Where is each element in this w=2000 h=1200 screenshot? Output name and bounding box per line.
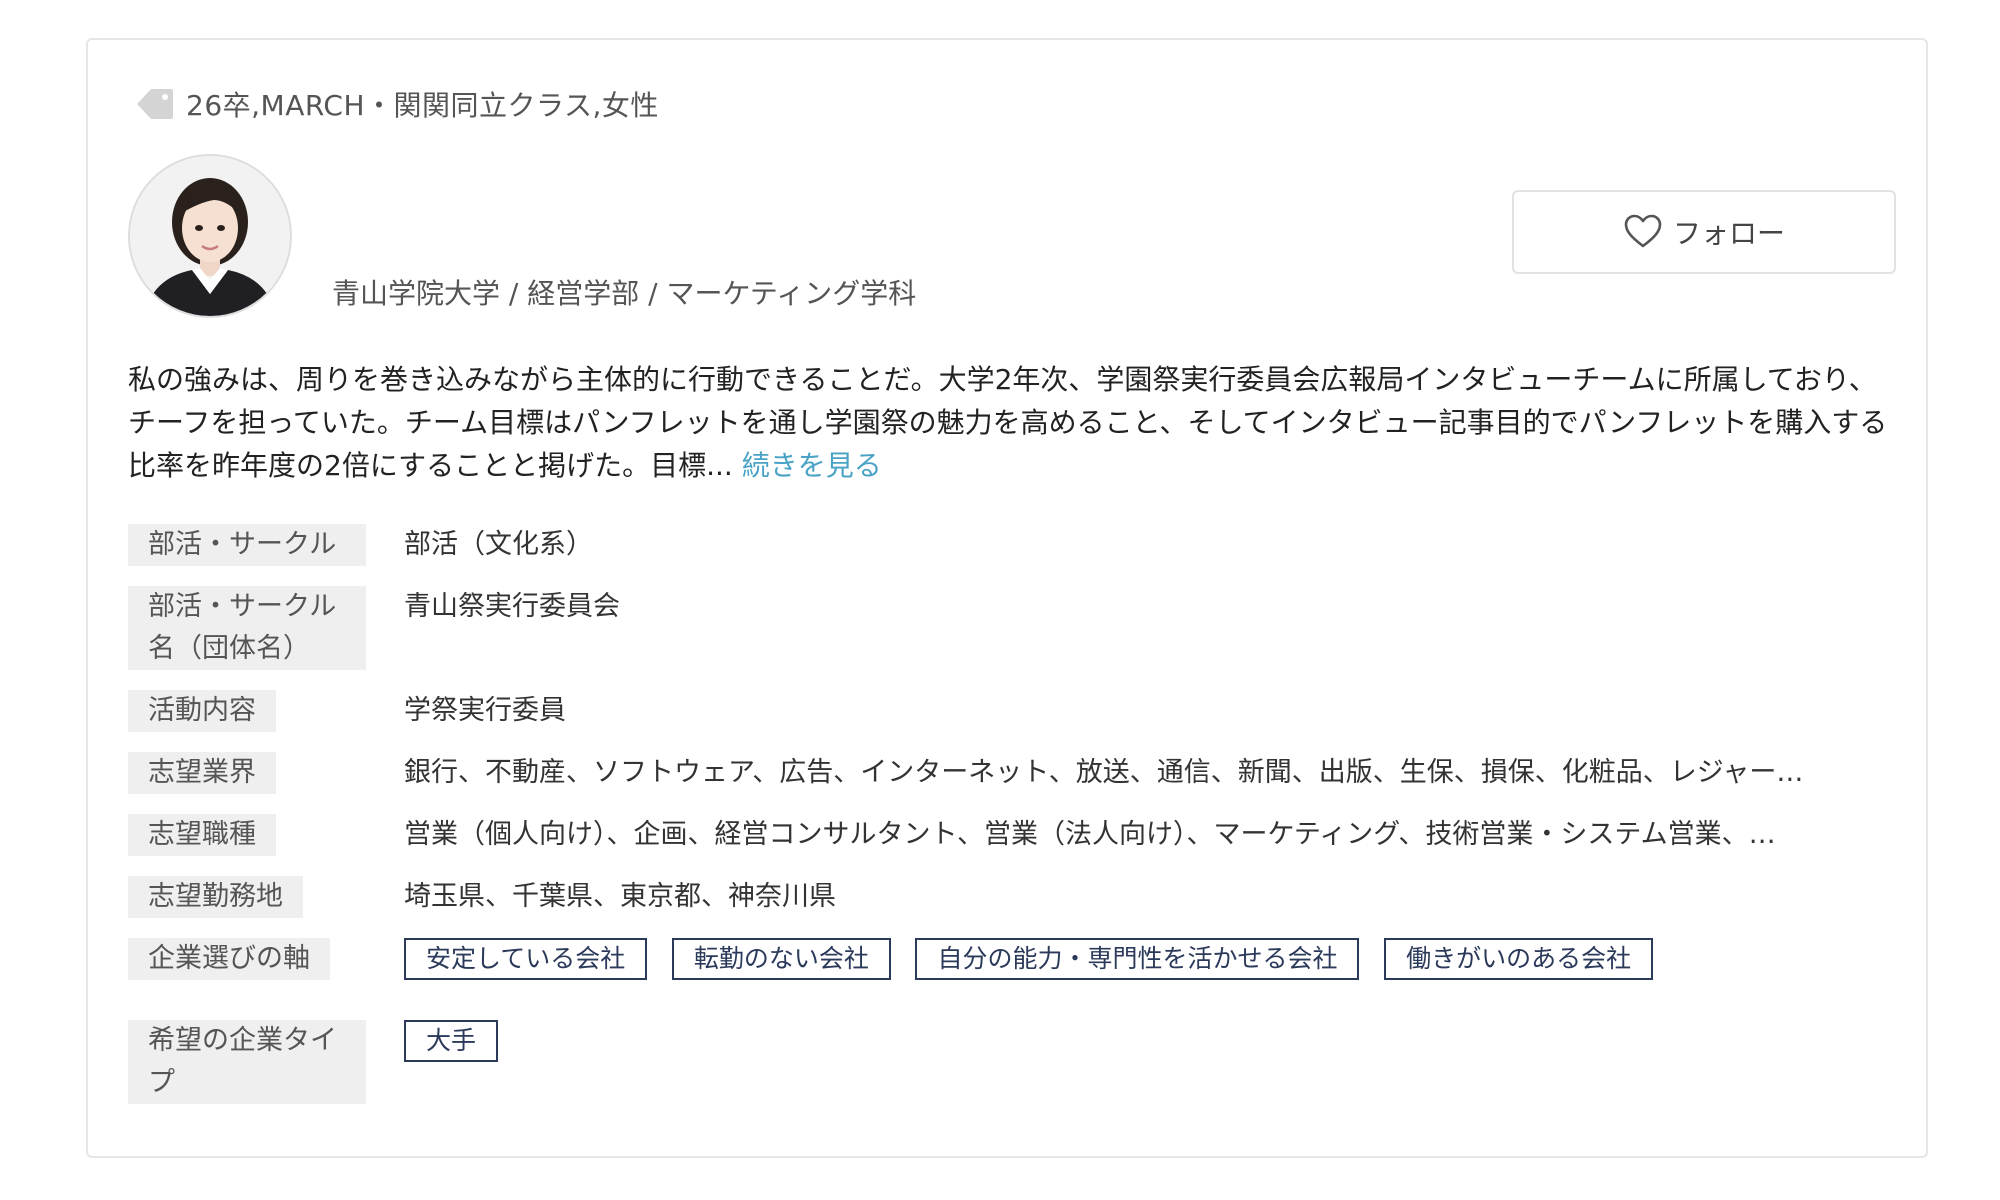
detail-label-club-name: 部活・サークル 名（団体名） (128, 586, 366, 670)
detail-value-company-type: 大手 (404, 1020, 1898, 1062)
follow-label: フォロー (1672, 217, 1785, 250)
detail-row-club-name: 部活・サークル 名（団体名） 青山祭実行委員会 (128, 586, 620, 670)
detail-row-activity: 活動内容 学祭実行委員 (128, 690, 566, 732)
profile-tags: 26卒,MARCH・関関同立クラス,女性 (134, 80, 659, 128)
profile-card: 26卒,MARCH・関関同立クラス,女性 青山学院大学 / 経営学部 / マーケ… (86, 38, 1928, 1158)
company-type-tag: 大手 (404, 1020, 499, 1062)
detail-value-activity: 学祭実行委員 (404, 695, 566, 726)
axis-tag: 安定している会社 (404, 938, 648, 980)
detail-label-location: 志望勤務地 (128, 876, 303, 918)
detail-label-company-type-line-1: 希望の企業タイ (148, 1025, 337, 1056)
heart-icon (1623, 212, 1663, 252)
detail-row-job: 志望職種 営業（個人向け）、企画、経営コンサルタント、営業（法人向け）、マーケテ… (128, 814, 1776, 856)
tags-text: 26卒,MARCH・関関同立クラス,女性 (186, 89, 659, 122)
tag-icon (134, 83, 176, 125)
detail-label-company-type: 希望の企業タイ プ (128, 1020, 366, 1104)
self-pr-body: 私の強みは、周りを巻き込みながら主体的に行動できることだ。大学2年次、学園祭実行… (128, 363, 1888, 482)
detail-value-axis: 安定している会社 転勤のない会社 自分の能力・専門性を活かせる会社 働きがいのあ… (404, 938, 1898, 980)
school-info: 青山学院大学 / 経営学部 / マーケティング学科 (332, 277, 917, 310)
read-more-link[interactable]: 続きを見る (742, 449, 882, 482)
follow-button[interactable]: フォロー (1512, 190, 1896, 274)
detail-label-club-name-line-1: 部活・サークル (148, 591, 337, 622)
detail-label-activity: 活動内容 (128, 690, 276, 732)
axis-tag: 転勤のない会社 (671, 938, 891, 980)
detail-label-club-name-line-2: 名（団体名） (148, 633, 310, 664)
detail-label-axis: 企業選びの軸 (128, 938, 330, 980)
axis-tag: 自分の能力・専門性を活かせる会社 (915, 938, 1360, 980)
detail-row-company-type: 希望の企業タイ プ 大手 (128, 1020, 499, 1104)
detail-row-industry: 志望業界 銀行、不動産、ソフトウェア、広告、インターネット、放送、通信、新聞、出… (128, 752, 1803, 794)
detail-label-job: 志望職種 (128, 814, 276, 856)
detail-value-club-name: 青山祭実行委員会 (404, 591, 620, 622)
self-pr-text: 私の強みは、周りを巻き込みながら主体的に行動できることだ。大学2年次、学園祭実行… (128, 358, 1898, 487)
detail-row-club: 部活・サークル 部活（文化系） (128, 524, 593, 566)
axis-tag: 働きがいのある会社 (1384, 938, 1654, 980)
detail-row-location: 志望勤務地 埼玉県、千葉県、東京都、神奈川県 (128, 876, 836, 918)
detail-label-club: 部活・サークル (128, 524, 366, 566)
avatar[interactable] (128, 154, 292, 318)
detail-label-company-type-line-2: プ (148, 1067, 175, 1098)
detail-row-axis: 企業選びの軸 安定している会社 転勤のない会社 自分の能力・専門性を活かせる会社… (128, 938, 1654, 980)
detail-label-industry: 志望業界 (128, 752, 276, 794)
detail-value-location: 埼玉県、千葉県、東京都、神奈川県 (404, 881, 836, 912)
detail-value-club: 部活（文化系） (404, 529, 593, 560)
detail-value-industry: 銀行、不動産、ソフトウェア、広告、インターネット、放送、通信、新聞、出版、生保、… (404, 757, 1804, 788)
detail-value-job: 営業（個人向け）、企画、経営コンサルタント、営業（法人向け）、マーケティング、技… (404, 819, 1776, 850)
